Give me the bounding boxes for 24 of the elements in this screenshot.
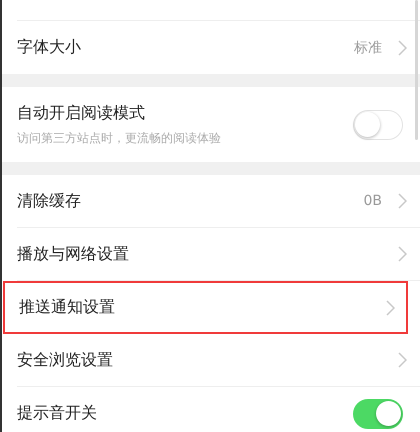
setting-label: 清除缓存 (17, 190, 82, 212)
settings-row[interactable]: 播放与网络设置 (17, 228, 420, 281)
annotated-settings-row[interactable]: 推送通知设置 (3, 281, 408, 334)
settings-row[interactable]: 提示音开关 (17, 387, 420, 432)
chevron-icon (398, 193, 407, 209)
chevron-icon (386, 300, 395, 316)
setting-label: 字体大小 (17, 37, 82, 58)
settings-row[interactable]: 清除缓存 0B (17, 175, 420, 228)
settings-row[interactable]: 字体大小 标准 (17, 21, 420, 74)
setting-value: 0B (363, 193, 382, 209)
settings-row[interactable]: 安全浏览设置 (17, 334, 420, 387)
settings-row[interactable]: 自动开启阅读模式 访问第三方站点时，更流畅的阅读体验 (17, 87, 420, 162)
chevron-icon (398, 40, 407, 56)
toggle-switch[interactable] (353, 110, 403, 140)
setting-label: 提示音开关 (17, 403, 98, 424)
chevron-icon (398, 246, 407, 262)
setting-description: 访问第三方站点时，更流畅的阅读体验 (17, 130, 222, 146)
setting-label: 推送通知设置 (19, 297, 116, 318)
toggle-switch[interactable] (353, 398, 403, 428)
setting-value: 标准 (354, 38, 382, 56)
setting-label: 播放与网络设置 (17, 244, 130, 264)
setting-label: 安全浏览设置 (17, 350, 114, 370)
setting-label: 自动开启阅读模式 (17, 102, 146, 124)
chevron-icon (398, 352, 407, 368)
